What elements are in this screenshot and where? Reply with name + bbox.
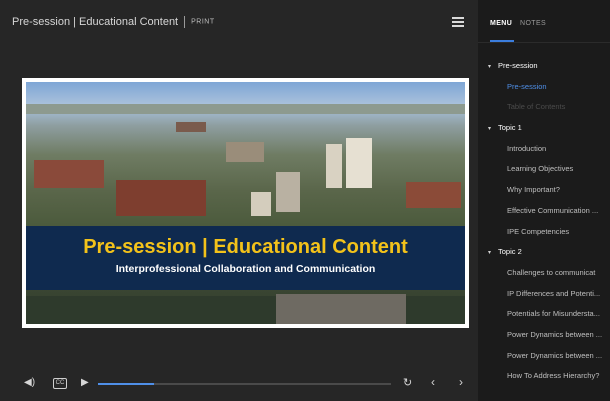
- course-outline: ▾ Pre-session Pre-session Table of Contents…: [478, 56, 610, 387]
- outline-item[interactable]: Power Dynamics between ...: [478, 346, 610, 367]
- play-icon[interactable]: ▶: [81, 377, 89, 388]
- tabs-divider: [478, 42, 610, 43]
- playback-controls: ◀︎) CC ▶ ↻ ‹ ›: [0, 372, 478, 396]
- outline-item[interactable]: Introduction: [478, 139, 610, 160]
- volume-icon[interactable]: ◀︎): [24, 377, 35, 388]
- outline-item[interactable]: Why Important?: [478, 180, 610, 201]
- outline-item[interactable]: How To Address Hierarchy?: [478, 366, 610, 387]
- slide-headline: Pre-session | Educational Content: [83, 236, 408, 258]
- hamburger-menu-icon[interactable]: [452, 17, 464, 27]
- caret-down-icon: ▾: [488, 250, 492, 257]
- outline-item[interactable]: Learning Objectives: [478, 159, 610, 180]
- caret-down-icon: ▾: [488, 126, 492, 133]
- outline-section-label: Topic 1: [498, 123, 522, 133]
- outline-item[interactable]: Effective Communication ...: [478, 201, 610, 222]
- outline-item[interactable]: Potentials for Misundersta...: [478, 304, 610, 325]
- slide-subtitle: Interprofessional Collaboration and Comm…: [115, 263, 376, 275]
- outline-section-label: Pre-session: [498, 61, 538, 70]
- outline-item[interactable]: Power Dynamics between ...: [478, 325, 610, 346]
- title-divider: [184, 16, 186, 29]
- next-slide-icon[interactable]: ›: [459, 375, 463, 389]
- player-top-bar: Pre-session | Educational Content PRINT: [0, 0, 478, 44]
- player-pane: Pre-session | Educational Content PRINT P…: [0, 0, 478, 401]
- caret-down-icon: ▾: [488, 64, 492, 70]
- title-banner: Pre-session | Educational Content Interp…: [26, 226, 465, 290]
- tab-menu[interactable]: MENU: [490, 20, 512, 27]
- print-link[interactable]: PRINT: [191, 19, 215, 26]
- tab-notes[interactable]: NOTES: [520, 20, 546, 27]
- outline-item: Table of Contents: [507, 102, 566, 112]
- seek-bar-progress: [98, 383, 154, 385]
- replay-icon[interactable]: ↻: [403, 376, 412, 389]
- outline-section[interactable]: ▾ Topic 1: [478, 118, 610, 139]
- outline-section-label: Topic 2: [498, 247, 522, 257]
- outline-item[interactable]: IPE Competencies: [478, 222, 610, 243]
- outline-item[interactable]: Pre-session: [478, 77, 610, 98]
- previous-slide-icon[interactable]: ‹: [431, 375, 435, 389]
- course-title-bar: Pre-session | Educational Content PRINT: [12, 16, 215, 29]
- sidebar: MENU NOTES ▾ Pre-session Pre-session Table …: [478, 0, 610, 401]
- campus-aerial-photo: Pre-session | Educational Content Interp…: [26, 82, 465, 324]
- outline-item[interactable]: Challenges to communicat: [478, 263, 610, 284]
- sidebar-tabs: MENU NOTES: [478, 0, 610, 44]
- seek-bar[interactable]: [98, 383, 391, 385]
- outline-section[interactable]: ▾ Pre-session: [478, 56, 610, 77]
- closed-captions-button[interactable]: CC: [53, 378, 67, 389]
- outline-item[interactable]: IP Differences and Potenti...: [478, 284, 610, 305]
- course-title: Pre-session | Educational Content: [12, 16, 179, 28]
- slide-frame: Pre-session | Educational Content Interp…: [22, 78, 469, 328]
- outline-section[interactable]: ▾ Topic 2: [478, 242, 610, 263]
